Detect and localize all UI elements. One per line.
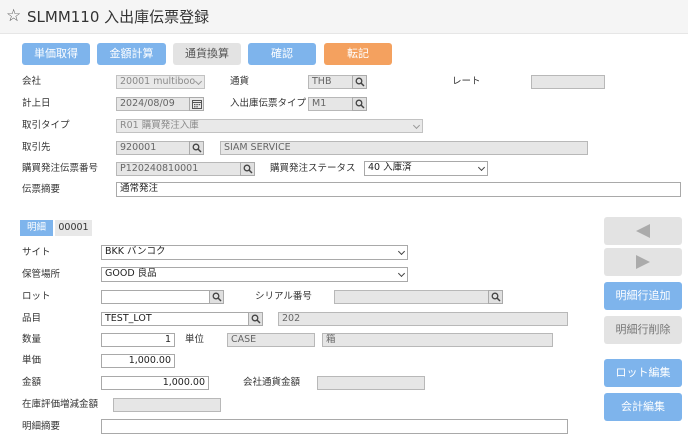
trans-type-select[interactable]: R01 購買発注入庫 bbox=[116, 119, 423, 133]
site-select[interactable]: BKK バンコク bbox=[101, 245, 408, 260]
currency-conv-button[interactable]: 通貨換算 bbox=[173, 43, 241, 65]
delete-line-button[interactable]: 明細行削除 bbox=[604, 316, 682, 344]
currency-field[interactable]: THB bbox=[308, 75, 353, 89]
inv-diff-label: 在庫評価増減金額 bbox=[22, 399, 99, 410]
tab-detail[interactable]: 明細 bbox=[20, 220, 53, 236]
rate-label: レート bbox=[452, 76, 481, 87]
currency-label: 通貨 bbox=[230, 76, 250, 87]
add-line-button[interactable]: 明細行追加 bbox=[604, 282, 682, 310]
unit-name-field: 箱 bbox=[322, 333, 553, 347]
partner-label: 取引先 bbox=[22, 142, 51, 153]
company-select[interactable]: 20001 multiboo bbox=[116, 75, 205, 89]
company-label: 会社 bbox=[22, 76, 42, 87]
serial-label: シリアル番号 bbox=[255, 291, 312, 302]
unit-code-field: CASE bbox=[227, 333, 315, 347]
slip-memo-input[interactable]: 通常発注 bbox=[116, 182, 681, 197]
arrow-right-icon bbox=[636, 255, 650, 269]
amount-label: 金額 bbox=[22, 377, 42, 388]
item-search-icon[interactable] bbox=[248, 312, 263, 326]
prev-line-button[interactable] bbox=[604, 217, 682, 245]
storage-select[interactable]: GOOD 良品 bbox=[101, 267, 408, 282]
page-title: SLMM110 入出庫伝票登録 bbox=[27, 8, 210, 26]
company-amount-field bbox=[317, 376, 425, 390]
po-status-select[interactable]: 40 入庫済 bbox=[364, 161, 488, 176]
serial-field[interactable] bbox=[334, 290, 489, 304]
po-number-label: 購買発注伝票番号 bbox=[22, 163, 99, 174]
amount-input[interactable]: 1,000.00 bbox=[101, 376, 209, 390]
partner-search-icon[interactable] bbox=[189, 141, 204, 155]
trans-type-label: 取引タイプ bbox=[22, 120, 70, 131]
post-button[interactable]: 転記 bbox=[324, 43, 392, 65]
po-status-label: 購買発注ステータス bbox=[270, 163, 356, 174]
unit-price-button[interactable]: 単価取得 bbox=[22, 43, 90, 65]
next-line-button[interactable] bbox=[604, 248, 682, 276]
po-number-search-icon[interactable] bbox=[240, 162, 255, 176]
lot-search-icon[interactable] bbox=[209, 290, 224, 304]
item-label: 品目 bbox=[22, 313, 42, 324]
slip-type-search-icon[interactable] bbox=[352, 97, 367, 111]
inv-diff-field bbox=[113, 398, 221, 412]
po-number-field[interactable]: P120240810001 bbox=[116, 162, 241, 176]
company-amount-label: 会社通貨金額 bbox=[243, 377, 301, 388]
storage-label: 保管場所 bbox=[22, 269, 61, 280]
price-label: 単価 bbox=[22, 355, 42, 366]
partner-code-field[interactable]: 920001 bbox=[116, 141, 190, 155]
serial-search-icon[interactable] bbox=[488, 290, 503, 304]
lot-label: ロット bbox=[22, 291, 51, 302]
quantity-label: 数量 bbox=[22, 334, 42, 345]
quantity-input[interactable]: 1 bbox=[101, 333, 175, 347]
line-memo-label: 明細摘要 bbox=[22, 421, 61, 432]
lot-input[interactable] bbox=[101, 290, 210, 304]
unit-label: 単位 bbox=[185, 334, 205, 345]
accounting-edit-button[interactable]: 会計編集 bbox=[604, 393, 682, 421]
posting-date-field[interactable]: 2024/08/09 bbox=[116, 97, 190, 111]
amount-calc-button[interactable]: 金額計算 bbox=[97, 43, 166, 65]
partner-name-field: SIAM SERVICE bbox=[220, 141, 588, 155]
site-label: サイト bbox=[22, 247, 51, 258]
favorite-star-icon[interactable]: ☆ bbox=[6, 6, 21, 26]
item-code-input[interactable]: TEST_LOT bbox=[101, 312, 249, 326]
lot-edit-button[interactable]: ロット編集 bbox=[604, 359, 682, 387]
line-memo-input[interactable] bbox=[101, 419, 568, 434]
confirm-button[interactable]: 確認 bbox=[248, 43, 316, 65]
item-name-field: 202 bbox=[278, 312, 568, 326]
tab-line-number[interactable]: 00001 bbox=[55, 220, 92, 236]
slip-type-label: 入出庫伝票タイプ bbox=[230, 98, 307, 109]
price-input[interactable]: 1,000.00 bbox=[101, 354, 175, 368]
posting-date-label: 計上日 bbox=[22, 98, 51, 109]
arrow-left-icon bbox=[636, 224, 650, 238]
currency-search-icon[interactable] bbox=[352, 75, 367, 89]
rate-field[interactable] bbox=[531, 75, 605, 89]
slip-memo-label: 伝票摘要 bbox=[22, 184, 61, 195]
calendar-icon[interactable] bbox=[189, 97, 204, 111]
slip-type-field[interactable]: M1 bbox=[308, 97, 353, 111]
